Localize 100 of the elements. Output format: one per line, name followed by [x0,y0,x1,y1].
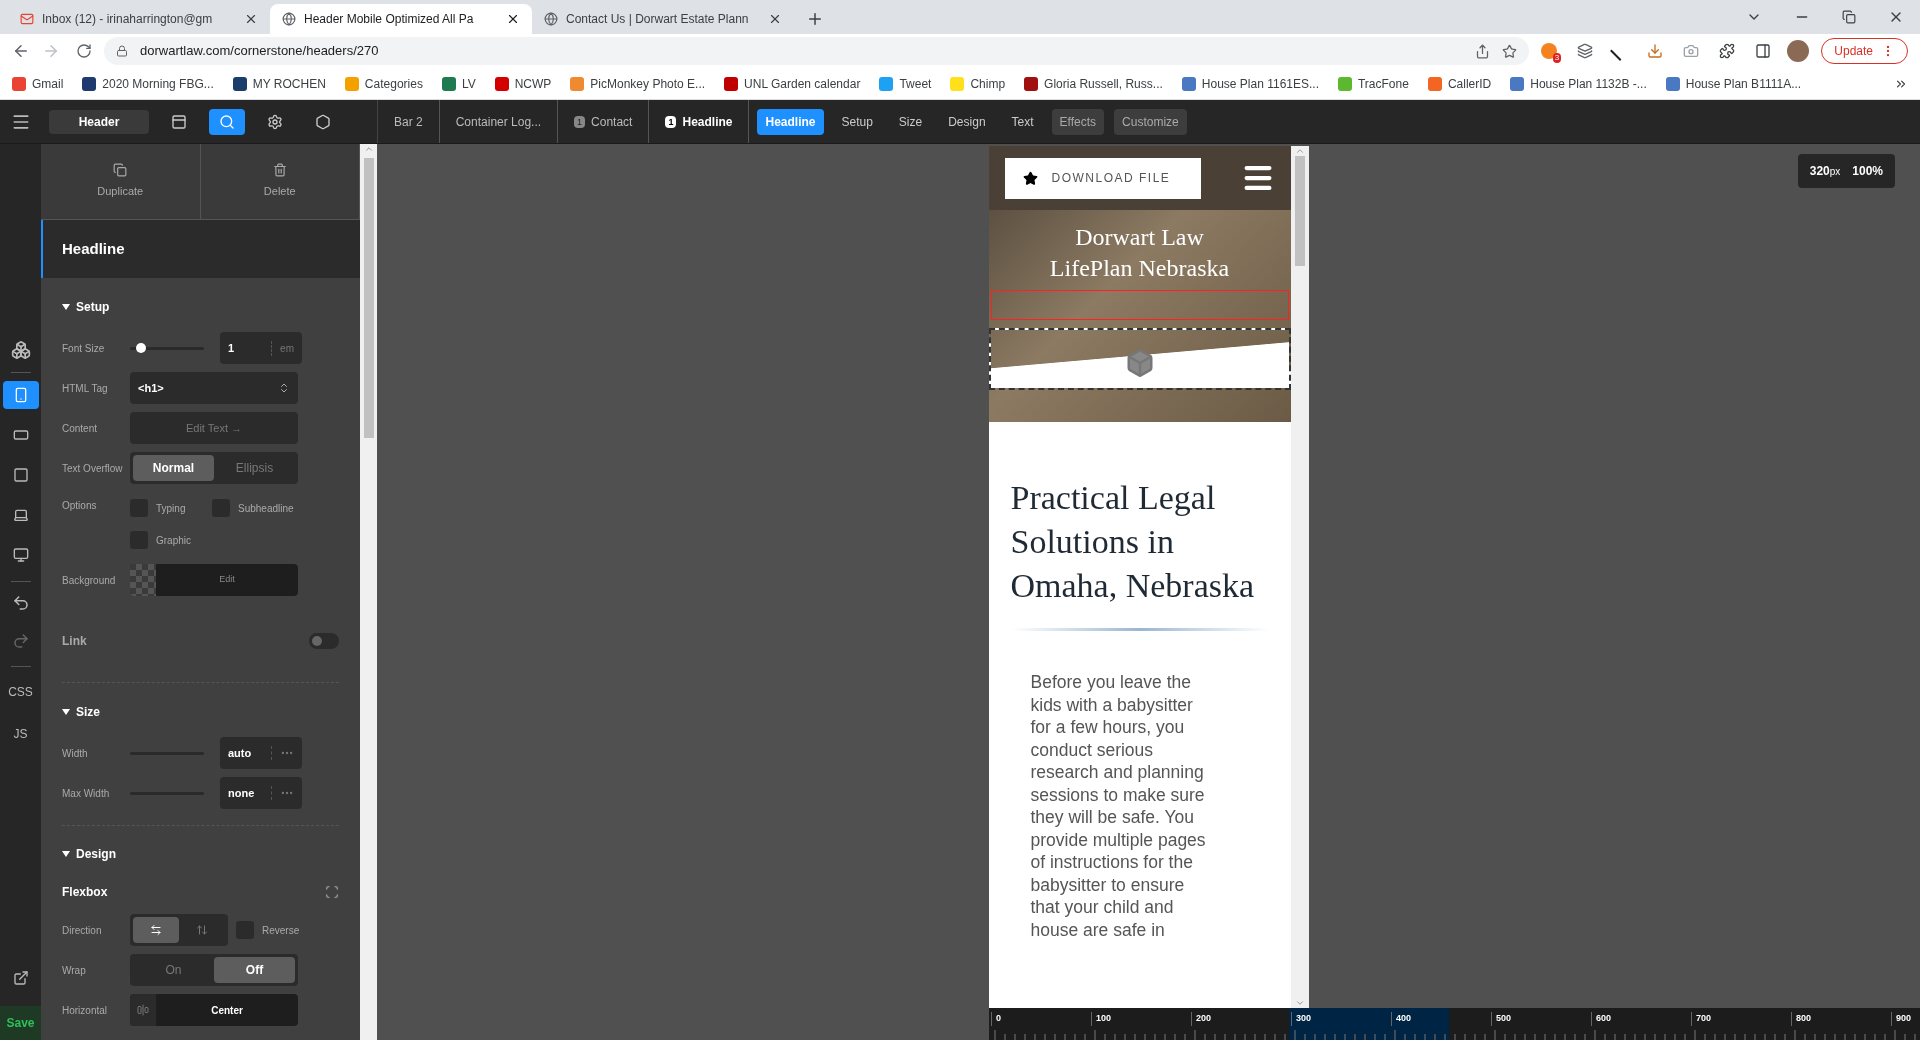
section-tab[interactable]: Size [890,108,931,135]
browser-tab[interactable]: Inbox (12) - irinaharrington@gm [8,4,270,34]
settings-icon [267,113,283,130]
select-field[interactable]: <h1> [130,372,298,404]
back-icon[interactable] [12,42,30,60]
bookmark[interactable]: Gmail [12,74,64,93]
align-select[interactable]: Center [130,994,298,1026]
slider[interactable] [130,343,204,353]
section-tab[interactable]: Design [940,108,994,135]
lock-icon [116,45,128,57]
star-icon[interactable] [1502,43,1518,59]
checkbox-label: Subheadline [238,501,294,516]
scrollbar-thumb[interactable] [1294,156,1305,266]
scrollbar-thumb[interactable] [363,158,374,438]
js-button[interactable]: JS [13,725,28,743]
toggle-switch[interactable] [309,633,339,649]
align-center-icon [137,1004,149,1016]
undo-icon[interactable] [11,594,30,612]
section-title[interactable]: Design [76,845,116,863]
bookmark[interactable]: House Plan B1111A... [1665,74,1802,93]
caret-icon[interactable] [62,709,70,715]
css-button[interactable]: CSS [8,683,33,701]
field-label: Direction [62,923,103,937]
slider-thumb[interactable] [136,343,147,353]
scrollbar[interactable] [360,144,377,1040]
caret-icon[interactable] [62,304,70,310]
number-field[interactable]: 1 em [220,332,302,364]
bookmark[interactable]: House Plan 1132B -... [1510,74,1647,93]
segment-option[interactable]: Normal [133,455,214,481]
viewport-badge: 320px 100% [1797,154,1895,188]
hexagon-icon [315,113,331,130]
breadcrumb[interactable]: 1 Headline [649,100,750,143]
breadcrumb[interactable]: Bar 2 [378,100,440,143]
globe-icon [544,12,558,26]
bookmark[interactable]: Gloria Russell, Russ... [1024,74,1163,93]
field-label: Wrap [62,963,87,977]
section-title[interactable]: Size [76,703,100,721]
avatar[interactable] [1787,40,1810,62]
value-field[interactable]: auto [220,737,302,769]
download-file-button[interactable]: DOWNLOAD FILE [1004,157,1201,199]
header-button[interactable]: Header [49,109,149,134]
duplicate-button[interactable]: Duplicate [41,144,201,219]
bookmark[interactable]: 2020 Morning FBG... [82,74,214,93]
monitor-icon [12,547,29,563]
new-tab-icon[interactable] [806,10,824,28]
bookmark[interactable]: Categories [344,74,423,93]
download-icon[interactable] [1647,43,1664,59]
bookmark[interactable]: TracFone [1338,74,1409,93]
bookmark[interactable]: MY ROCHEN [232,74,326,93]
bookmark[interactable]: NCWP [494,74,552,93]
square-icon [12,467,29,483]
checkbox-label: Graphic [156,533,191,548]
bookmark[interactable]: Tweet [879,74,932,93]
redo-icon[interactable] [11,632,30,650]
add-element-icon[interactable] [10,340,31,360]
bookmark[interactable]: UNL Garden calendar [724,74,861,93]
section-title[interactable]: Setup [76,298,110,316]
phone-button[interactable] [2,381,39,409]
field-label: HTML Tag [62,381,109,395]
restore-icon[interactable] [1842,10,1856,24]
frame-icon[interactable] [325,885,339,899]
browser-tab[interactable]: Contact Us | Dorwart Estate Plann [532,4,794,34]
address-bar[interactable]: dorwartlaw.com/cornerstone/headers/270 [104,37,1530,65]
ruler-label: 500 [1491,1012,1512,1026]
chevron-icon [278,382,290,394]
bookmark[interactable]: CallerID [1427,74,1492,93]
section-button[interactable]: Effects [1051,108,1105,135]
bookmark[interactable]: LV [441,74,476,93]
section-tab[interactable]: Setup [833,108,881,135]
camera-icon[interactable] [1683,43,1700,59]
url-text: dorwartlaw.com/cornerstone/headers/270 [140,42,380,61]
section-button[interactable]: Customize [1114,108,1187,135]
side-panel-icon[interactable] [1755,43,1772,59]
save-button[interactable]: Save [0,1006,41,1040]
bookmark[interactable]: PicMonkey Photo E... [570,74,706,93]
section-tab[interactable]: Text [1003,108,1042,135]
tablet-icon [12,427,29,443]
copy-icon [113,163,128,178]
search-button[interactable] [209,108,245,135]
breadcrumb[interactable]: 1 Contact [558,100,650,143]
close-icon[interactable] [506,12,520,26]
background-picker[interactable]: Edit [130,564,298,596]
extension-icon[interactable] [1577,43,1594,59]
segment-option[interactable]: Off [214,957,295,983]
bookmark[interactable]: Chimp [950,74,1006,93]
close-icon[interactable] [768,12,782,26]
reload-icon[interactable] [76,43,92,59]
value-field[interactable]: none [220,777,302,809]
direction-option[interactable] [133,917,179,943]
field-label: Font Size [62,341,106,355]
caret-icon[interactable] [62,851,70,857]
external-link-icon[interactable] [12,970,29,986]
browser-tab[interactable]: Header Mobile Optimized All Pa [270,4,532,34]
extensions-icon[interactable] [1719,43,1736,59]
close-icon[interactable] [244,12,258,26]
breadcrumb[interactable]: Container Log... [439,100,559,143]
laptop-icon [12,507,29,523]
scrollbar[interactable] [1290,146,1309,1008]
bookmark[interactable]: House Plan 1161ES... [1181,74,1319,93]
share-icon[interactable] [1475,43,1491,59]
